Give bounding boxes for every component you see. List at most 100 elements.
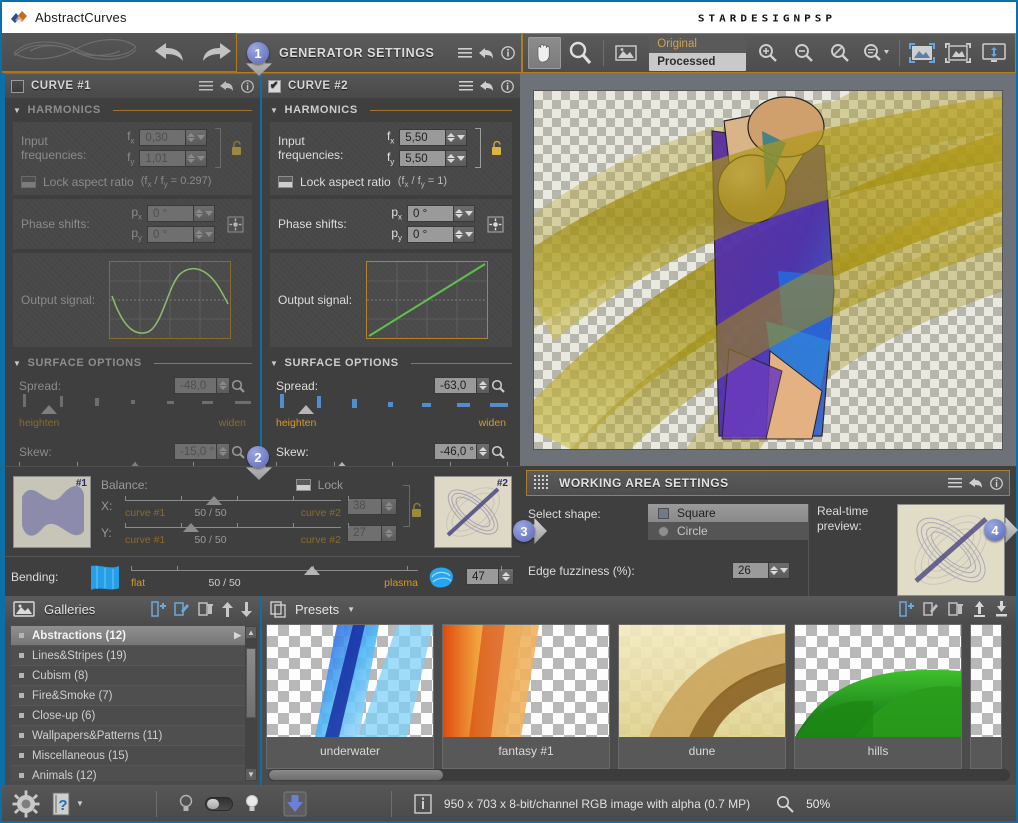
reset-icon[interactable] [969,477,983,489]
presets-scroll-thumb[interactable] [269,770,443,780]
magnifier-tool-icon[interactable] [564,37,597,69]
delete-preset-icon[interactable] [948,601,964,617]
balance-x-value[interactable]: 38 [347,498,381,515]
preset-card[interactable]: underwater [266,624,434,769]
curve-1-harmonics-title[interactable]: ▼ HARMONICS [5,98,260,118]
curve-2-px-stepper[interactable]: 0 ° [407,205,475,222]
balance-x-stepper[interactable]: 38 [347,498,397,515]
curve-2-skew-stepper[interactable]: -46,0 ° [434,443,490,460]
presets-scrollbar[interactable] [268,769,1010,781]
image-thumbnail-icon[interactable] [610,37,643,69]
curve-1-px-stepper[interactable]: 0 ° [147,205,215,222]
galleries-list[interactable]: Abstractions (12)▶ Lines&Stripes (19) Cu… [11,626,257,781]
curve-1-skew-stepper[interactable]: -15,0 ° [174,443,230,460]
curve-1-spread-slider[interactable] [19,394,246,414]
gallery-item[interactable]: Abstractions (12)▶ [11,626,257,646]
add-preset-icon[interactable] [898,601,914,617]
shape-option-circle[interactable]: Circle [648,522,808,540]
image-preview-area[interactable] [520,73,1016,466]
gallery-item[interactable]: Animals (12) [11,766,257,786]
curve-1-fx-value[interactable]: 0,30 [139,129,185,146]
lock-open-icon[interactable] [491,140,504,156]
fit-image-icon[interactable] [906,37,939,69]
curve-2-py-value[interactable]: 0 ° [407,226,453,243]
presets-strip[interactable]: underwater fantasy #1 [266,624,1012,769]
gallery-item[interactable]: Wallpapers&Patterns (11) [11,726,257,746]
skew-magnifier-icon[interactable] [490,443,506,460]
menu-icon[interactable] [199,81,213,92]
bending-slider[interactable] [131,564,418,578]
info-icon[interactable] [990,477,1003,490]
edit-gallery-icon[interactable] [174,601,190,617]
curve-1-fy-stepper[interactable]: 1,01 [139,150,207,167]
original-processed-toggle[interactable]: Original Processed [649,35,745,71]
curve-2-header[interactable]: CURVE #2 [262,73,520,98]
reset-icon[interactable] [480,80,494,92]
gallery-item[interactable]: Miscellaneous (15) [11,746,257,766]
fullscreen-icon[interactable] [977,37,1010,69]
curve-1-py-value[interactable]: 0 ° [147,226,193,243]
gear-icon[interactable] [12,790,40,818]
balance-x-slider[interactable] [125,494,341,508]
preset-card[interactable]: hills [794,624,962,769]
curve-1-spread-value[interactable]: -48,0 [174,377,216,394]
shape-option-square[interactable]: Square [648,504,808,522]
bending-flat-icon[interactable] [87,562,123,592]
curve-1-py-stepper[interactable]: 0 ° [147,226,215,243]
edit-preset-icon[interactable] [923,601,939,617]
preview-toggle[interactable] [205,797,233,811]
curve-1-skew-value[interactable]: -15,0 ° [174,443,216,460]
galleries-scrollbar[interactable]: ▲ ▼ [245,626,257,781]
info-icon[interactable] [501,80,514,93]
spread-magnifier-icon[interactable] [230,377,246,394]
curve-1-surface-title[interactable]: ▼ SURFACE OPTIONS [5,351,260,371]
phase-reset-button[interactable] [227,216,244,233]
reset-icon[interactable] [479,47,494,60]
hand-tool-icon[interactable] [528,37,561,69]
zoom-none-icon[interactable] [824,37,857,69]
reset-icon[interactable] [220,80,234,92]
curve-2-skew-value[interactable]: -46,0 ° [434,443,476,460]
curve-1-lock-aspect-checkbox[interactable] [21,176,36,188]
move-up-icon[interactable] [222,602,233,617]
scroll-down-arrow-icon[interactable]: ▼ [246,769,256,780]
curve-2-surface-title[interactable]: ▼ SURFACE OPTIONS [262,351,520,371]
add-gallery-icon[interactable] [150,601,166,617]
preset-card[interactable]: dune [618,624,786,769]
zoom-in-icon[interactable] [753,37,786,69]
generator-settings-header[interactable]: GENERATOR SETTINGS [236,33,522,73]
save-down-icon[interactable] [281,790,309,818]
curve-1-header[interactable]: CURVE #1 [5,73,260,98]
gallery-item[interactable]: Lines&Stripes (19) [11,646,257,666]
curve-2-harmonics-title[interactable]: ▼ HARMONICS [262,98,520,118]
help-book-icon[interactable]: ? ▼ [52,791,84,817]
lamp-on-icon[interactable] [245,794,259,814]
edge-fuzziness-value[interactable]: 26 [732,562,768,579]
redo-button[interactable] [198,37,236,67]
lamp-off-icon[interactable] [179,794,193,814]
curve-2-thumbnail[interactable]: #2 [434,476,512,548]
bending-stepper[interactable]: 47 [466,568,514,585]
info-icon[interactable] [414,794,432,814]
bending-plasma-icon[interactable] [426,563,458,591]
curve-2-fx-value[interactable]: 5,50 [399,129,445,146]
skew-magnifier-icon[interactable] [230,443,246,460]
original-option[interactable]: Original [649,35,745,53]
processed-image-canvas[interactable] [533,90,1003,450]
magnifier-icon[interactable] [776,795,794,813]
menu-icon[interactable] [459,81,473,92]
working-area-header[interactable]: WORKING AREA SETTINGS [526,470,1010,496]
phase-reset-button[interactable] [487,216,504,233]
zoom-out-icon[interactable] [788,37,821,69]
balance-lock-open-icon[interactable] [411,502,424,518]
balance-y-value[interactable]: 27 [347,525,381,542]
curve-2-enable-checkbox[interactable] [268,80,281,93]
curve-1-px-value[interactable]: 0 ° [147,205,193,222]
curve-1-fx-stepper[interactable]: 0,30 [139,129,207,146]
zoom-menu-icon[interactable] [860,37,893,69]
curve-2-fx-stepper[interactable]: 5,50 [399,129,467,146]
edge-fuzziness-stepper[interactable]: 26 [732,562,790,579]
processed-option[interactable]: Processed [649,53,745,71]
chevron-down-icon[interactable]: ▼ [347,605,355,614]
curve-1-enable-checkbox[interactable] [11,80,24,93]
